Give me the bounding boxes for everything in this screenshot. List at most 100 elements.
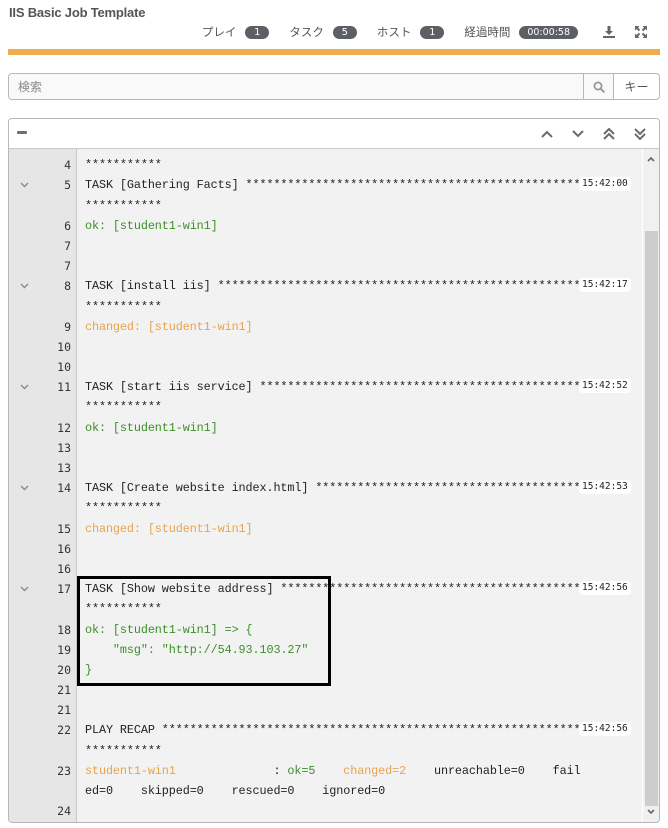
line-number: 24 xyxy=(57,804,71,819)
log-segment-ok: ok: [student1-win1] xyxy=(85,420,218,435)
log-row: 24 xyxy=(9,801,643,821)
log-segment-plain: *********** xyxy=(85,501,162,516)
log-row: 8 TASK [install iis] ********************… xyxy=(9,276,643,296)
log-text: "msg": "http://54.93.103.27" xyxy=(85,640,309,660)
log-text: changed: [student1-win1] xyxy=(85,317,253,337)
elapsed-time-badge: 00:00:58 xyxy=(519,25,578,39)
fold-toggle-chevron-icon[interactable] xyxy=(17,579,31,599)
log-row: 17 TASK [Show website address] **********… xyxy=(9,579,643,599)
log-segment-plain: TASK [install iis] *********************… xyxy=(85,279,581,294)
search-bar: キー xyxy=(8,73,660,100)
log-row: *********** xyxy=(9,498,643,518)
log-row: ed=0 skipped=0 rescued=0 ignored=0 xyxy=(9,781,643,801)
line-number: 21 xyxy=(57,703,71,718)
collapse-all-button[interactable] xyxy=(17,131,27,134)
scrollbar-up-arrow[interactable] xyxy=(643,151,659,167)
download-icon[interactable] xyxy=(602,25,616,39)
vertical-scrollbar[interactable] xyxy=(642,149,659,822)
line-number: 21 xyxy=(57,683,71,698)
log-row: 7 xyxy=(9,236,643,256)
log-text: student1-win1 : ok=5 changed=2 unreachab… xyxy=(85,761,581,781)
log-row: *********** xyxy=(9,397,643,417)
timestamp-badge: 15:42:17 xyxy=(579,278,631,293)
log-row: 18 ok: [student1-win1] => { xyxy=(9,620,643,640)
log-text: *********** xyxy=(85,196,162,216)
line-number: 4 xyxy=(64,158,71,173)
job-title: IIS Basic Job Template xyxy=(9,5,146,20)
timestamp-badge: 15:42:00 xyxy=(579,177,631,192)
log-text: *********** xyxy=(85,297,162,317)
line-number: 17 xyxy=(57,582,71,597)
log-row: 5 TASK [Gathering Facts] ****************… xyxy=(9,175,643,195)
log-segment-plain: *********** xyxy=(85,602,162,617)
log-segment-plain: *********** xyxy=(85,743,162,758)
caret-up-icon xyxy=(647,156,655,162)
log-text: TASK [Gathering Facts] *****************… xyxy=(85,175,581,195)
log-text: *********** xyxy=(85,397,162,417)
log-segment-plain: *********** xyxy=(85,198,162,213)
search-icon xyxy=(593,81,605,93)
key-button[interactable]: キー xyxy=(613,74,659,99)
log-text: ok: [student1-win1] xyxy=(85,418,218,438)
log-row: 6 ok: [student1-win1] xyxy=(9,216,643,236)
line-number: 6 xyxy=(64,218,71,233)
scrollbar-thumb[interactable] xyxy=(645,231,658,806)
log-segment-plain: TASK [Show website address] ************… xyxy=(85,582,581,597)
log-text: TASK [Show website address] ************… xyxy=(85,579,581,599)
log-text: ok: [student1-win1] xyxy=(85,216,218,236)
plays-count-badge: 1 xyxy=(245,25,270,39)
line-number: 12 xyxy=(57,420,71,435)
log-segment-plain: : xyxy=(175,763,288,778)
log-row: 22 PLAY RECAP ***************************… xyxy=(9,720,643,740)
log-text: } xyxy=(85,660,92,680)
tasks-count-badge: 5 xyxy=(332,25,357,39)
line-number: 10 xyxy=(57,360,71,375)
log-segment-plain: ed=0 skipped=0 rescued=0 ignored=0 xyxy=(85,784,386,798)
timestamp-badge: 15:42:53 xyxy=(579,480,631,495)
log-row: 15 changed: [student1-win1] xyxy=(9,519,643,539)
log-segment-ok: } xyxy=(85,662,92,677)
log-row: 23 student1-win1 : ok=5 changed=2 unreach… xyxy=(9,761,643,781)
log-segment-changed: changed: [student1-win1] xyxy=(85,521,253,536)
timestamp-badge: 15:42:56 xyxy=(579,581,631,596)
log-segment-ok: ok: [student1-win1] xyxy=(85,218,218,233)
line-number: 14 xyxy=(57,481,71,496)
line-number: 16 xyxy=(57,541,71,556)
timestamp-badge: 15:42:56 xyxy=(579,722,631,737)
fullscreen-icon[interactable] xyxy=(634,25,648,39)
job-output-panel: *********** 4 5 TASK [Gathering Facts] ***… xyxy=(8,118,660,823)
line-number: 23 xyxy=(57,763,71,778)
line-number: 7 xyxy=(64,259,71,274)
log-segment-plain: *********** xyxy=(85,299,162,314)
search-button[interactable] xyxy=(583,74,613,99)
log-row: 10 xyxy=(9,337,643,357)
fold-toggle-chevron-icon[interactable] xyxy=(17,377,31,397)
log-row: 21 xyxy=(9,680,643,700)
line-number: 5 xyxy=(64,178,71,193)
log-row: 4 xyxy=(9,155,643,175)
tasks-label: タスク xyxy=(289,25,324,39)
log-text: TASK [install iis] *********************… xyxy=(85,276,581,296)
hosts-count-badge: 1 xyxy=(420,25,445,39)
search-input[interactable] xyxy=(9,74,583,99)
fold-toggle-chevron-icon[interactable] xyxy=(17,478,31,498)
scrollbar-down-arrow[interactable] xyxy=(643,804,659,820)
timestamp-badge: 15:42:52 xyxy=(579,379,631,394)
log-text: ok: [student1-win1] => { xyxy=(85,620,253,640)
log-row: 7 xyxy=(9,256,643,276)
log-text: PLAY RECAP *****************************… xyxy=(85,720,581,740)
job-status-bar xyxy=(8,49,660,55)
log-text: *********** xyxy=(85,599,162,619)
caret-down-icon xyxy=(647,809,655,815)
log-text: TASK [start iis service] ***************… xyxy=(85,377,581,397)
log-text: changed: [student1-win1] xyxy=(85,519,253,539)
log-row: 16 xyxy=(9,559,643,579)
log-text: *********** xyxy=(85,741,162,761)
fold-toggle-chevron-icon[interactable] xyxy=(17,276,31,296)
log-row: 10 xyxy=(9,357,643,377)
line-number: 8 xyxy=(64,279,71,294)
line-number: 10 xyxy=(57,339,71,354)
log-segment-changed: changed: [student1-win1] xyxy=(85,319,253,334)
fold-toggle-chevron-icon[interactable] xyxy=(17,175,31,195)
log-row: 21 xyxy=(9,700,643,720)
